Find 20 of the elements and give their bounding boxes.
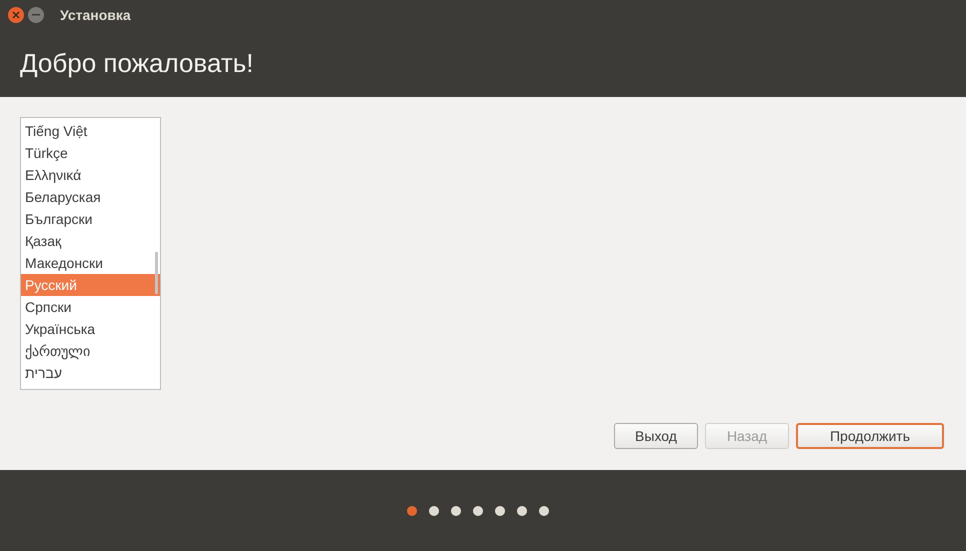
language-item[interactable]: Македонски — [21, 252, 160, 274]
page-title: Добро пожаловать! — [20, 47, 254, 80]
language-item[interactable]: Türkçe — [21, 142, 160, 164]
language-item[interactable]: Български — [21, 208, 160, 230]
window-title: Установка — [60, 6, 131, 24]
language-item[interactable]: Tiếng Việt — [21, 120, 160, 142]
language-item[interactable]: Қазақ — [21, 230, 160, 252]
scrollbar-thumb[interactable] — [155, 252, 158, 294]
dialog-button[interactable]: Продолжить — [796, 423, 944, 449]
language-item[interactable]: Українська — [21, 318, 160, 340]
minimize-button[interactable] — [28, 7, 44, 23]
language-item[interactable]: עברית — [21, 362, 160, 384]
close-button[interactable] — [8, 7, 24, 23]
close-icon — [12, 11, 20, 19]
language-item[interactable]: Српски — [21, 296, 160, 318]
minimize-icon — [32, 14, 40, 16]
dialog-button[interactable]: Выход — [614, 423, 698, 449]
language-item[interactable]: Беларуская — [21, 186, 160, 208]
language-item[interactable]: ქართული — [21, 340, 160, 362]
language-item[interactable]: Ελληνικά — [21, 164, 160, 186]
